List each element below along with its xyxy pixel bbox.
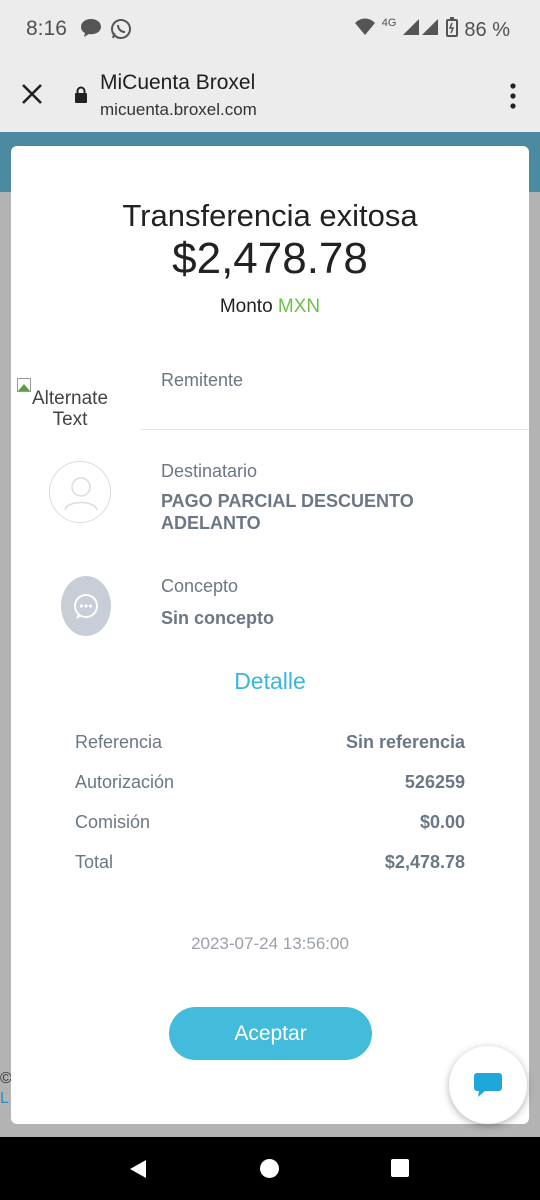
close-icon[interactable]	[20, 82, 44, 106]
sender-label: Remitente	[161, 370, 244, 390]
chat-fab-button[interactable]	[449, 1046, 527, 1124]
detail-label-total: Total	[75, 852, 114, 872]
detail-label-commission: Comisión	[75, 812, 151, 832]
currency-code: MXN	[277, 296, 321, 317]
concept-label: Concepto	[161, 576, 239, 596]
whatsapp-icon	[110, 18, 132, 45]
status-system-icons: 4G 86 %	[354, 17, 510, 43]
chat-dots-icon	[61, 576, 111, 636]
detail-section-title: Detalle	[234, 668, 306, 694]
transfer-receipt-modal: Transferencia exitosa $2,478.78 Monto MX…	[11, 146, 529, 1124]
detail-value-total: $2,478.78	[384, 852, 465, 872]
chat-fab-icon	[474, 1073, 502, 1097]
accept-button[interactable]: Aceptar	[169, 1007, 372, 1060]
browser-title: MiCuenta Broxel	[100, 71, 256, 94]
signal-icon	[402, 18, 440, 42]
detail-label-authorization: Autorización	[75, 772, 175, 792]
browser-url[interactable]: micuenta.broxel.com	[100, 100, 257, 120]
transfer-timestamp: 2023-07-24 13:56:00	[191, 934, 349, 953]
sender-image-alt-text: Alternate Text	[31, 388, 109, 430]
wifi-icon	[354, 18, 376, 42]
detail-value-commission: $0.00	[419, 812, 465, 832]
detail-value-authorization: 526259	[404, 772, 465, 792]
battery-percentage: 86 %	[464, 18, 510, 41]
system-nav-bar	[0, 1137, 540, 1200]
status-notification-icons	[80, 18, 132, 45]
lock-icon	[74, 86, 88, 109]
home-icon[interactable]	[260, 1159, 279, 1178]
background-link-fragment[interactable]: L	[0, 1090, 9, 1108]
sender-image-placeholder: Alternate Text	[15, 376, 125, 430]
sender-divider	[141, 429, 529, 430]
user-avatar-icon	[49, 461, 111, 523]
recipient-label: Destinatario	[161, 461, 258, 481]
receipt-title: Transferencia exitosa	[122, 198, 418, 233]
browser-toolbar: MiCuenta Broxel micuenta.broxel.com	[0, 58, 540, 132]
battery-icon	[446, 17, 459, 43]
broken-image-icon	[17, 376, 31, 392]
back-icon[interactable]	[128, 1159, 148, 1184]
more-vert-icon[interactable]	[508, 82, 518, 110]
detail-label-reference: Referencia	[75, 732, 163, 752]
monto-label: Monto	[219, 296, 273, 317]
concept-value: Sin concepto	[161, 608, 275, 628]
amount-currency-line: Monto MXN	[11, 296, 529, 318]
status-bar: 8:16 4G 86 %	[0, 0, 540, 58]
chat-bubble-icon	[80, 18, 102, 45]
detail-value-reference: Sin referencia	[345, 732, 465, 752]
status-time: 8:16	[26, 17, 67, 40]
receipt-amount: $2,478.78	[172, 234, 368, 283]
network-type: 4G	[381, 17, 397, 29]
recipient-value: PAGO PARCIAL DESCUENTO ADELANTO	[161, 491, 414, 533]
recents-icon[interactable]	[391, 1159, 409, 1177]
